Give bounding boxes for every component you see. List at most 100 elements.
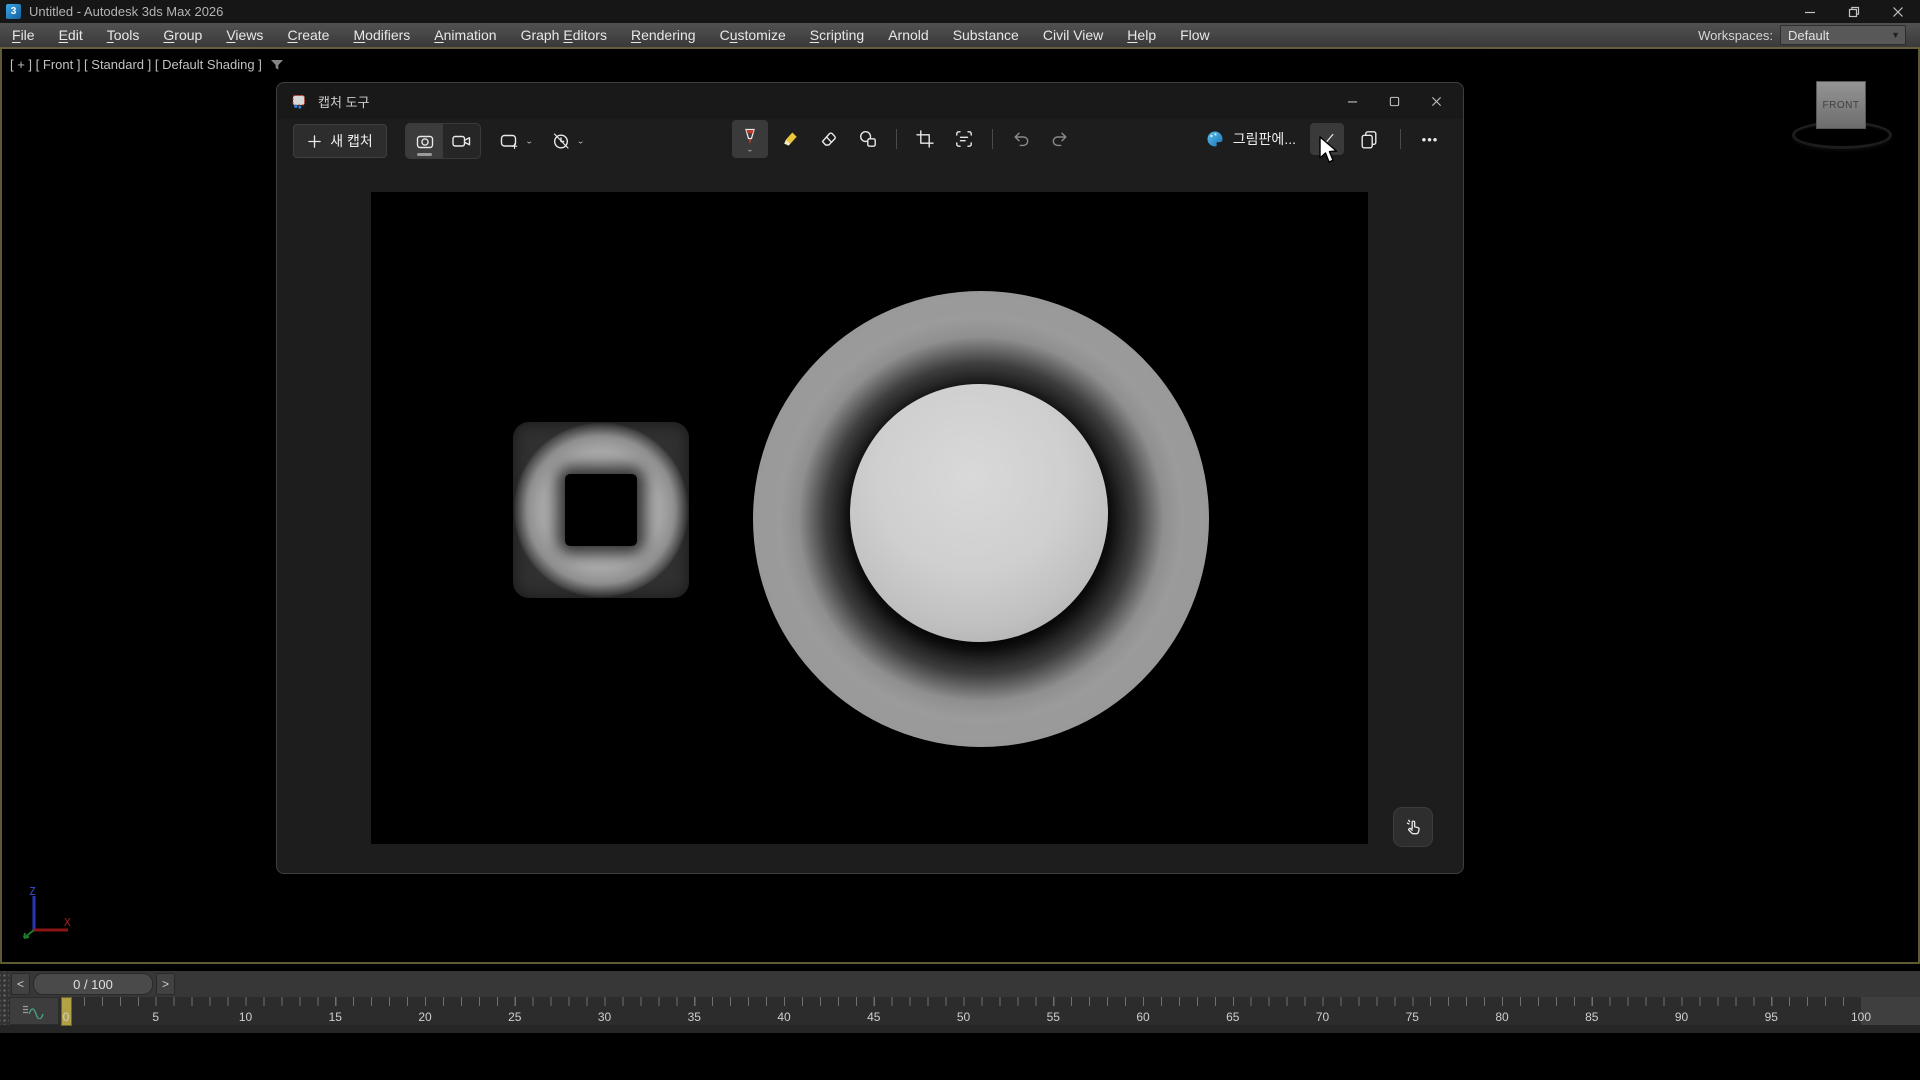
- highlighter-button[interactable]: [773, 123, 807, 155]
- timeline-tick-label: 85: [1585, 1010, 1598, 1024]
- timeline-tick-label: 60: [1136, 1010, 1149, 1024]
- menu-rendering[interactable]: Rendering: [619, 27, 708, 43]
- redo-button[interactable]: [1043, 123, 1077, 155]
- see-more-button[interactable]: •••: [1415, 132, 1445, 147]
- menu-customize[interactable]: Customize: [708, 27, 798, 43]
- shapes-icon: [858, 129, 878, 149]
- workspaces-label: Workspaces:: [1698, 28, 1773, 43]
- toolbar-separator: [896, 129, 897, 149]
- timeline-tick-label: 5: [152, 1010, 159, 1024]
- eraser-icon: [819, 129, 839, 149]
- new-capture-button[interactable]: 새 캡처: [293, 124, 387, 158]
- text-extract-icon: [954, 129, 974, 149]
- snip-window-controls: [1331, 83, 1463, 119]
- menu-modifiers[interactable]: Modifiers: [341, 27, 422, 43]
- menu-animation[interactable]: Animation: [422, 27, 508, 43]
- viewport-label[interactable]: [ + ] [ Front ] [ Standard ] [ Default S…: [10, 57, 284, 72]
- touch-writing-button[interactable]: [1393, 807, 1433, 847]
- toolbar-separator: [1400, 129, 1401, 149]
- timeline-tick-label: 55: [1047, 1010, 1060, 1024]
- 3ds-max-app-icon: 3: [6, 4, 21, 19]
- edit-in-paint-button[interactable]: 그림판에...: [1200, 123, 1302, 155]
- timeline-lower-strip: [0, 1025, 1920, 1033]
- edit-in-paint-label: 그림판에...: [1233, 129, 1296, 149]
- timeline-ruler[interactable]: 0510152025303540455055606570758085909510…: [66, 997, 1861, 1025]
- text-actions-button[interactable]: [947, 123, 981, 155]
- snip-timer-dropdown[interactable]: ⌄: [551, 131, 584, 151]
- filter-funnel-icon[interactable]: [270, 59, 284, 71]
- snip-close-button[interactable]: [1415, 83, 1457, 119]
- track-bar[interactable]: 0510152025303540455055606570758085909510…: [0, 997, 1920, 1025]
- menu-views[interactable]: Views: [214, 27, 275, 43]
- timeline-tick-label: 45: [867, 1010, 880, 1024]
- snip-toolbar-left: 새 캡처: [293, 123, 585, 159]
- crop-button[interactable]: [908, 123, 942, 155]
- render-sphere: [850, 384, 1108, 642]
- touch-hand-icon: [1404, 818, 1423, 837]
- time-slider[interactable]: 0 / 100: [33, 973, 153, 995]
- undo-button[interactable]: [1004, 123, 1038, 155]
- workspaces-area: Workspaces: Default ▼: [1698, 25, 1920, 45]
- camera-icon: [415, 131, 435, 151]
- timeline-tick-label: 65: [1226, 1010, 1239, 1024]
- time-scrubber-row: < 0 / 100 >: [0, 971, 1920, 997]
- captured-image: [371, 192, 1368, 844]
- timeline-tick-label: 95: [1765, 1010, 1778, 1024]
- copy-button[interactable]: [1352, 123, 1386, 155]
- new-capture-label: 새 캡처: [330, 131, 373, 151]
- menu-tools[interactable]: Tools: [95, 27, 152, 43]
- viewcube[interactable]: FRONT: [1790, 81, 1890, 151]
- timeline-tick-label: 80: [1495, 1010, 1508, 1024]
- timeline-drag-handle[interactable]: [0, 971, 9, 1025]
- viewport-label-text[interactable]: [ + ] [ Front ] [ Standard ] [ Default S…: [10, 57, 262, 72]
- timer-off-icon: [551, 131, 571, 151]
- menu-group[interactable]: Group: [151, 27, 214, 43]
- ballpoint-pen-icon: [740, 128, 760, 146]
- menu-graph-editors[interactable]: Graph Editors: [509, 27, 619, 43]
- toolbar-separator: [992, 129, 993, 149]
- menu-edit[interactable]: Edit: [47, 27, 95, 43]
- menu-file[interactable]: File: [0, 27, 47, 43]
- menu-flow[interactable]: Flow: [1168, 27, 1222, 43]
- snip-titlebar[interactable]: 캡처 도구: [277, 83, 1463, 119]
- max-restore-button[interactable]: [1832, 0, 1876, 23]
- eraser-button[interactable]: [812, 123, 846, 155]
- highlighter-icon: [780, 129, 800, 149]
- menu-create[interactable]: Create: [275, 27, 341, 43]
- undo-icon: [1011, 129, 1031, 149]
- world-axis-gizmo: Z X: [14, 886, 78, 944]
- timeline-tick-label: 15: [329, 1010, 342, 1024]
- snip-shape-dropdown[interactable]: ⌄: [499, 131, 533, 151]
- redo-icon: [1050, 129, 1070, 149]
- ballpoint-pen-button[interactable]: ⌄: [732, 120, 768, 158]
- axis-z-label: Z: [29, 886, 36, 898]
- max-menubar: FileEditToolsGroupViewsCreateModifiersAn…: [0, 23, 1920, 49]
- timeline-tick-label: 20: [418, 1010, 431, 1024]
- record-mode-button[interactable]: [443, 124, 480, 158]
- snip-minimize-button[interactable]: [1331, 83, 1373, 119]
- next-frame-button[interactable]: >: [156, 973, 175, 995]
- menu-arnold[interactable]: Arnold: [876, 27, 940, 43]
- mini-curve-editor-button[interactable]: [10, 998, 58, 1024]
- chevron-down-icon: ⌄: [746, 147, 754, 152]
- menu-help[interactable]: Help: [1115, 27, 1168, 43]
- shapes-button[interactable]: [851, 123, 885, 155]
- previous-frame-button[interactable]: <: [11, 973, 30, 995]
- workspace-dropdown[interactable]: Default ▼: [1780, 25, 1906, 45]
- copy-icon: [1359, 129, 1379, 149]
- timeline-tick-label: 10: [239, 1010, 252, 1024]
- timeline-tick-label: 100: [1851, 1010, 1871, 1024]
- workspace-value: Default: [1788, 28, 1829, 43]
- menu-substance[interactable]: Substance: [941, 27, 1031, 43]
- video-camera-icon: [451, 131, 472, 151]
- render-square-torus-hole: [565, 474, 637, 546]
- timeline-tick-label: 0: [63, 1010, 70, 1024]
- timeline-tick-label: 35: [688, 1010, 701, 1024]
- viewcube-front-face[interactable]: FRONT: [1816, 81, 1866, 129]
- max-close-button[interactable]: [1876, 0, 1920, 23]
- snip-maximize-button[interactable]: [1373, 83, 1415, 119]
- max-minimize-button[interactable]: [1788, 0, 1832, 23]
- timeline-tick-label: 40: [777, 1010, 790, 1024]
- menu-scripting[interactable]: Scripting: [798, 27, 876, 43]
- menu-civil-view[interactable]: Civil View: [1031, 27, 1115, 43]
